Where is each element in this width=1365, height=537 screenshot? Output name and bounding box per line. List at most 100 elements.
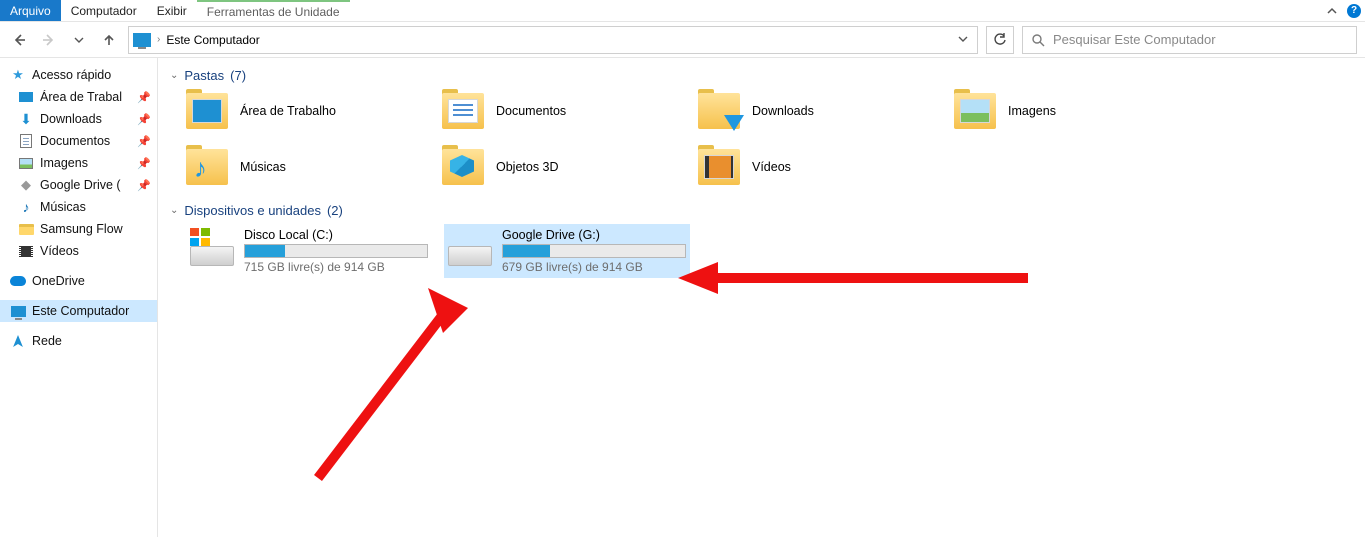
drive-c[interactable]: Disco Local (C:) 715 GB livre(s) de 914 … (186, 224, 432, 278)
chevron-down-icon: ⌄ (170, 205, 178, 216)
sidebar-item-label: Downloads (40, 112, 102, 126)
ribbon-collapse-icon[interactable] (1321, 0, 1343, 21)
folder-label: Área de Trabalho (240, 104, 336, 118)
menu-view[interactable]: Exibir (147, 0, 197, 21)
address-dropdown-icon[interactable] (953, 33, 973, 47)
breadcrumb-sep-icon: › (157, 34, 160, 45)
folder-music[interactable]: ♪ Músicas (186, 145, 436, 189)
sidebar-item-label: Imagens (40, 156, 88, 170)
recent-locations-dropdown[interactable] (68, 29, 90, 51)
folder-videos[interactable]: Vídeos (698, 145, 948, 189)
refresh-button[interactable] (986, 26, 1014, 54)
folder-3d-objects[interactable]: Objetos 3D (442, 145, 692, 189)
document-icon (20, 134, 32, 148)
sidebar-item-label: Google Drive ( (40, 178, 121, 192)
folder-icon: ♪ (186, 149, 228, 185)
onedrive-icon (10, 276, 26, 286)
group-label: Pastas (184, 68, 224, 83)
video-icon (19, 246, 33, 257)
address-bar[interactable]: › Este Computador (128, 26, 978, 54)
drive-label: Disco Local (C:) (244, 228, 428, 242)
folder-icon (19, 224, 34, 235)
folder-label: Músicas (240, 160, 286, 174)
group-count: (2) (327, 203, 343, 218)
folder-documents[interactable]: Documentos (442, 89, 692, 133)
pin-icon: 📌 (137, 135, 151, 148)
image-icon (19, 158, 33, 169)
help-icon[interactable]: ? (1343, 0, 1365, 21)
folder-label: Vídeos (752, 160, 791, 174)
sidebar-item-videos[interactable]: Vídeos (0, 240, 157, 262)
navigation-pane: ★ Acesso rápido Área de Trabal 📌 ⬇ Downl… (0, 58, 158, 537)
star-icon: ★ (10, 68, 26, 82)
search-input[interactable] (1053, 32, 1348, 47)
menu-computer[interactable]: Computador (61, 0, 147, 21)
music-icon: ♪ (18, 200, 34, 214)
sidebar-item-documents[interactable]: Documentos 📌 (0, 130, 157, 152)
menu-file[interactable]: Arquivo (0, 0, 61, 21)
sidebar-item-label: Área de Trabal (40, 90, 122, 104)
group-label: Dispositivos e unidades (184, 203, 321, 218)
folder-downloads[interactable]: Downloads (698, 89, 948, 133)
folder-icon (698, 149, 740, 185)
content-pane: ⌄ Pastas (7) Área de Trabalho Documentos… (158, 58, 1365, 537)
sidebar-item-label: Documentos (40, 134, 110, 148)
download-icon: ⬇ (18, 112, 34, 126)
sidebar-onedrive[interactable]: OneDrive (0, 270, 157, 292)
forward-button[interactable] (38, 29, 60, 51)
sidebar-item-pictures[interactable]: Imagens 📌 (0, 152, 157, 174)
chevron-down-icon: ⌄ (170, 70, 178, 81)
folder-icon (186, 93, 228, 129)
sidebar-item-label: Vídeos (40, 244, 79, 258)
sidebar-item-label: Samsung Flow (40, 222, 123, 236)
sidebar-quick-access[interactable]: ★ Acesso rápido (0, 64, 157, 86)
group-header-folders[interactable]: ⌄ Pastas (7) (170, 68, 1353, 83)
drive-free-space: 679 GB livre(s) de 914 GB (502, 260, 686, 274)
menu-drive-tools[interactable]: Ferramentas de Unidade (197, 0, 350, 21)
drive-usage-bar (244, 244, 428, 258)
sidebar-item-google-drive[interactable]: ◆ Google Drive ( 📌 (0, 174, 157, 196)
drive-icon: ◆ (18, 178, 34, 192)
folder-label: Objetos 3D (496, 160, 559, 174)
folder-icon (442, 93, 484, 129)
sidebar-this-pc[interactable]: Este Computador (0, 300, 157, 322)
sidebar-item-label: Este Computador (32, 304, 129, 318)
drive-icon (448, 228, 492, 266)
folder-icon (442, 149, 484, 185)
sidebar-item-label: Acesso rápido (32, 68, 111, 82)
drive-icon (190, 228, 234, 266)
folder-label: Documentos (496, 104, 566, 118)
pin-icon: 📌 (137, 91, 151, 104)
drive-g[interactable]: Google Drive (G:) 679 GB livre(s) de 914… (444, 224, 690, 278)
network-icon (11, 335, 25, 347)
sidebar-item-music[interactable]: ♪ Músicas (0, 196, 157, 218)
pin-icon: 📌 (137, 113, 151, 126)
breadcrumb[interactable]: Este Computador (166, 33, 259, 47)
sidebar-item-label: OneDrive (32, 274, 85, 288)
search-icon (1031, 33, 1045, 47)
sidebar-item-label: Músicas (40, 200, 86, 214)
sidebar-item-desktop[interactable]: Área de Trabal 📌 (0, 86, 157, 108)
group-header-drives[interactable]: ⌄ Dispositivos e unidades (2) (170, 203, 1353, 218)
desktop-icon (19, 92, 33, 102)
menu-bar: Arquivo Computador Exibir Ferramentas de… (0, 0, 1365, 22)
this-pc-icon (11, 306, 26, 317)
sidebar-item-label: Rede (32, 334, 62, 348)
drive-usage-bar (502, 244, 686, 258)
folder-desktop[interactable]: Área de Trabalho (186, 89, 436, 133)
folder-label: Imagens (1008, 104, 1056, 118)
pin-icon: 📌 (137, 157, 151, 170)
folder-pictures[interactable]: Imagens (954, 89, 1204, 133)
folder-label: Downloads (752, 104, 814, 118)
folder-icon (698, 93, 740, 129)
folder-icon (954, 93, 996, 129)
annotation-arrow (278, 278, 478, 501)
sidebar-item-samsung-flow[interactable]: Samsung Flow (0, 218, 157, 240)
sidebar-item-downloads[interactable]: ⬇ Downloads 📌 (0, 108, 157, 130)
search-box[interactable] (1022, 26, 1357, 54)
sidebar-network[interactable]: Rede (0, 330, 157, 352)
back-button[interactable] (8, 29, 30, 51)
drive-free-space: 715 GB livre(s) de 914 GB (244, 260, 428, 274)
up-button[interactable] (98, 29, 120, 51)
nav-row: › Este Computador (0, 22, 1365, 58)
